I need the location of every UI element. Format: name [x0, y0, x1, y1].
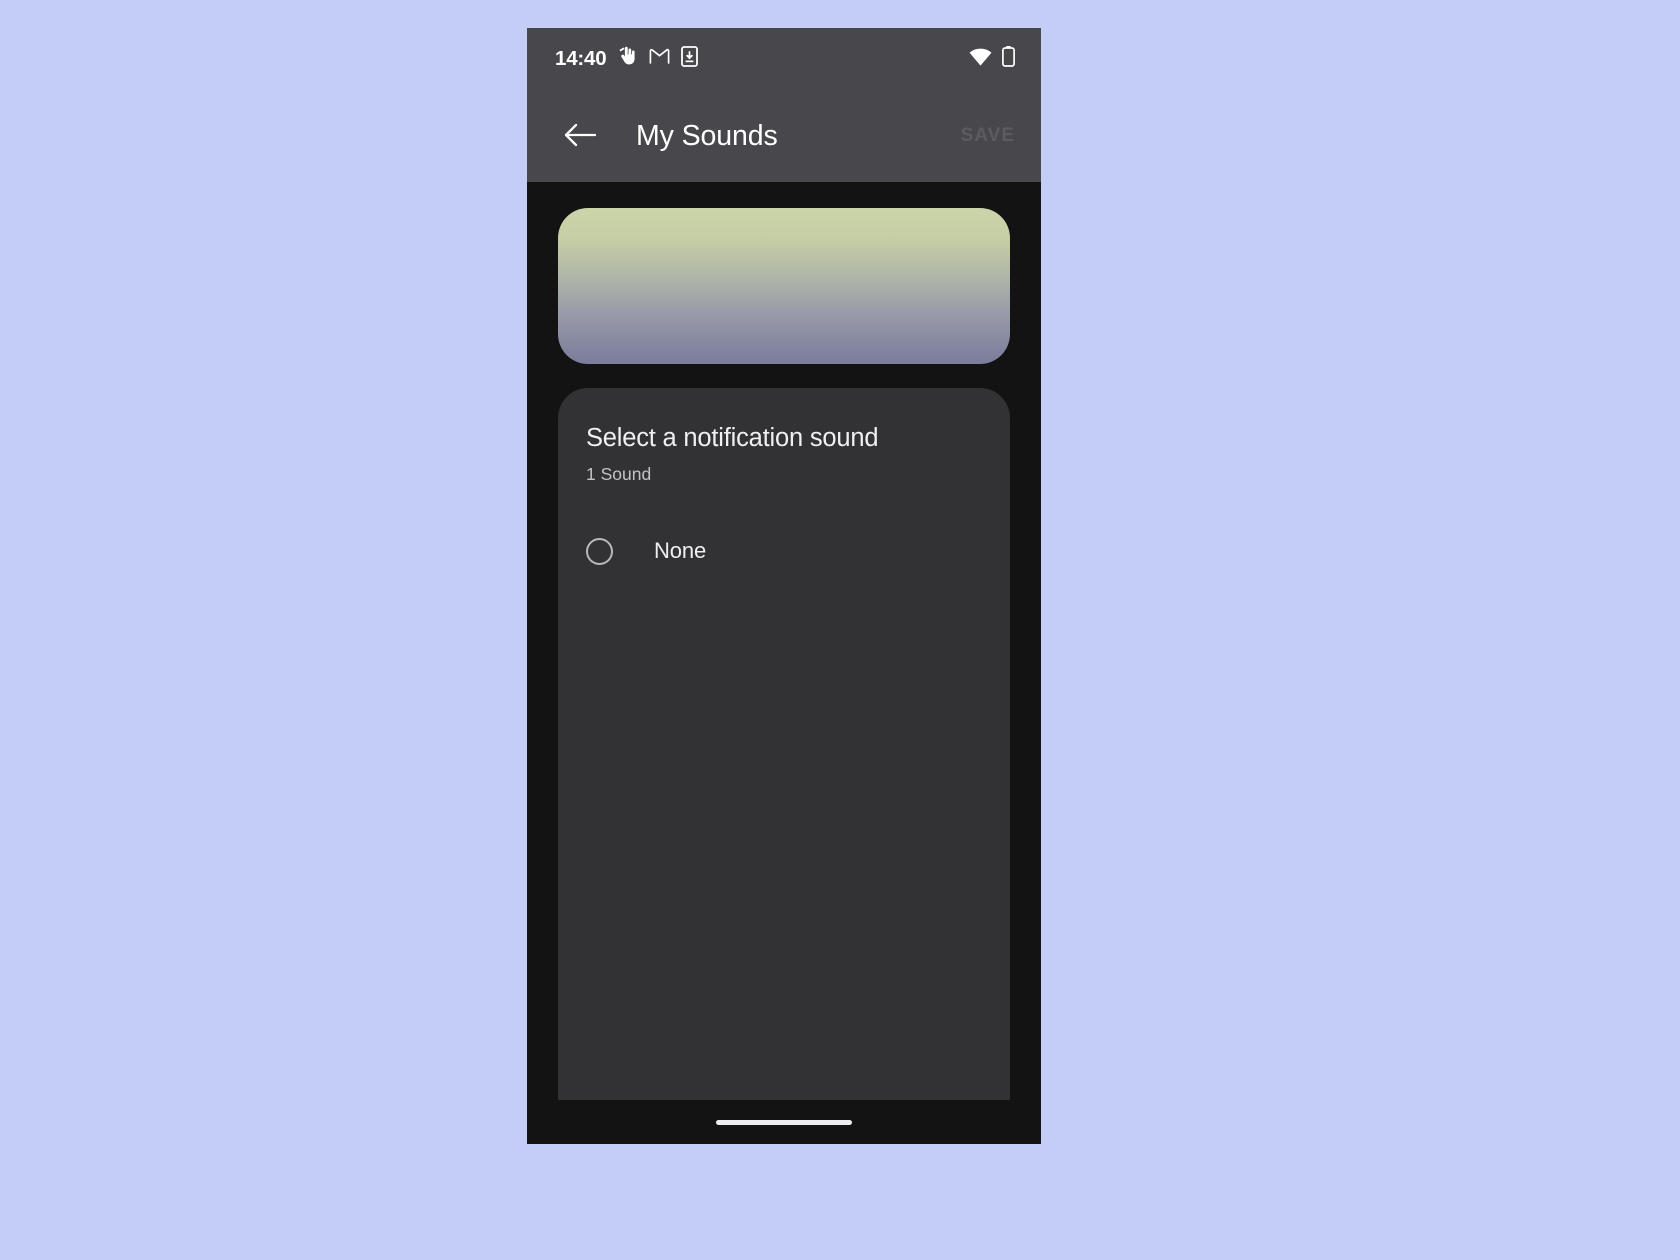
- home-gesture-pill[interactable]: [716, 1119, 852, 1125]
- arrow-left-icon: [564, 122, 597, 151]
- back-button[interactable]: [557, 113, 603, 159]
- phone-screen: 14:40 My Sounds SAVE Select a notificati…: [527, 28, 1041, 1144]
- system-nav-bar: [527, 1100, 1041, 1144]
- radio-button-icon[interactable]: [586, 537, 613, 565]
- battery-icon: [1002, 46, 1015, 72]
- list-item[interactable]: None: [558, 523, 1010, 579]
- sound-selection-card: Select a notification sound 1 Sound None: [558, 388, 1010, 1100]
- status-clock: 14:40: [555, 47, 607, 70]
- status-bar-left: 14:40: [555, 46, 699, 72]
- tap-hand-icon: [617, 46, 638, 72]
- sound-list: None: [558, 523, 1010, 579]
- sound-count-label: 1 Sound: [586, 464, 652, 484]
- status-bar: 14:40: [527, 28, 1041, 90]
- status-bar-right: [969, 46, 1015, 72]
- page-title: My Sounds: [636, 119, 778, 152]
- gmail-icon: [649, 48, 670, 70]
- content-area: Select a notification sound 1 Sound None: [527, 182, 1041, 1100]
- app-install-icon: [681, 46, 699, 72]
- app-bar: My Sounds SAVE: [527, 90, 1041, 182]
- save-button[interactable]: SAVE: [957, 115, 1019, 157]
- sound-preview-banner: [558, 208, 1010, 364]
- list-item-label: None: [654, 538, 707, 563]
- wifi-icon: [969, 48, 992, 71]
- card-title: Select a notification sound: [586, 424, 879, 452]
